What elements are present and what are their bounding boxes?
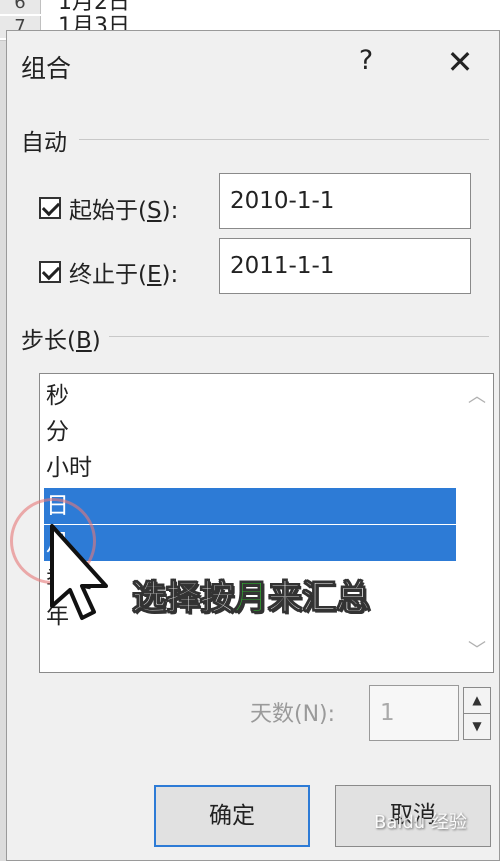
scroll-up-icon[interactable]: ︿ — [466, 386, 488, 408]
spin-up-button[interactable]: ▲ — [463, 687, 491, 714]
dialog-title: 组合 — [21, 54, 72, 83]
list-item-minute[interactable]: 分 — [44, 414, 456, 450]
start-at-row: 起始于(S): — [39, 191, 178, 225]
row-number: 6 — [0, 0, 41, 14]
days-label: 天数(N): — [250, 702, 336, 727]
scroll-down-icon[interactable]: ﹀ — [466, 640, 488, 662]
step-group-label: 步长(B) — [21, 328, 101, 354]
group-divider — [109, 336, 489, 337]
end-at-label: 终止于(E): — [69, 262, 179, 288]
group-divider — [79, 139, 489, 140]
close-icon: ✕ — [446, 43, 474, 81]
triangle-up-icon: ▲ — [472, 693, 482, 707]
start-at-checkbox[interactable] — [39, 197, 61, 219]
list-item-second[interactable]: 秒 — [44, 378, 456, 414]
group-dialog: 组合 ? ✕ 自动 起始于(S): 2010-1-1 终止于(E): 2011-… — [6, 30, 500, 861]
end-at-checkbox[interactable] — [39, 261, 61, 283]
sheet-cell[interactable]: 1月2日 — [58, 0, 130, 14]
list-item-hour[interactable]: 小时 — [44, 450, 456, 486]
end-at-input[interactable]: 2011-1-1 — [219, 238, 471, 294]
ok-button[interactable]: 确定 — [154, 785, 310, 847]
close-button[interactable]: ✕ — [443, 43, 477, 81]
end-at-row: 终止于(E): — [39, 255, 178, 289]
sheet-row: 6 1月2日 — [0, 0, 500, 14]
days-input[interactable]: 1 — [369, 685, 459, 741]
spin-down-button[interactable]: ▼ — [463, 713, 491, 740]
triangle-down-icon: ▼ — [472, 719, 482, 733]
watermark: Baidu 经验 — [374, 812, 467, 833]
mouse-pointer-icon — [50, 524, 108, 620]
auto-group-label: 自动 — [21, 130, 67, 156]
start-at-input[interactable]: 2010-1-1 — [219, 173, 471, 229]
help-button[interactable]: ? — [351, 45, 381, 76]
tutorial-caption: 选择按月来汇总 — [132, 578, 371, 619]
list-item-day[interactable]: 日 — [44, 488, 456, 524]
start-at-label: 起始于(S): — [69, 198, 179, 224]
